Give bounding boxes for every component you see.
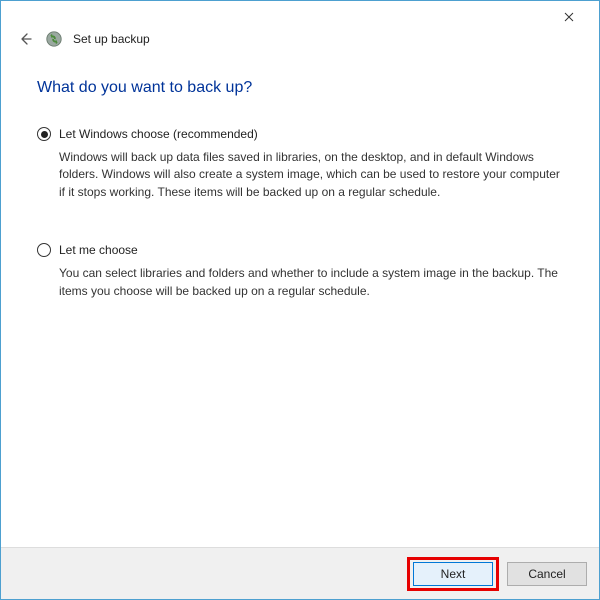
option-let-windows-choose: Let Windows choose (recommended) Windows…	[37, 127, 563, 201]
cancel-button[interactable]: Cancel	[507, 562, 587, 586]
footer-bar: Next Cancel	[1, 547, 599, 599]
back-arrow-icon	[17, 31, 33, 47]
wizard-header: Set up backup	[1, 1, 599, 55]
highlight-next: Next	[407, 557, 499, 591]
close-icon	[564, 9, 574, 25]
back-button[interactable]	[15, 29, 35, 49]
option-label: Let me choose	[59, 243, 138, 257]
option-let-me-choose: Let me choose You can select libraries a…	[37, 243, 563, 300]
option-description: Windows will back up data files saved in…	[59, 149, 563, 201]
content-area: What do you want to back up? Let Windows…	[1, 55, 599, 547]
backup-icon	[45, 30, 63, 48]
option-label: Let Windows choose (recommended)	[59, 127, 258, 141]
close-button[interactable]	[549, 5, 589, 29]
next-button[interactable]: Next	[413, 562, 493, 586]
radio-let-me-choose[interactable]: Let me choose	[37, 243, 563, 257]
option-description: You can select libraries and folders and…	[59, 265, 563, 300]
radio-let-windows-choose[interactable]: Let Windows choose (recommended)	[37, 127, 563, 141]
radio-icon	[37, 243, 51, 257]
page-heading: What do you want to back up?	[37, 79, 563, 97]
radio-icon	[37, 127, 51, 141]
wizard-title: Set up backup	[73, 32, 150, 46]
wizard-window: Set up backup What do you want to back u…	[0, 0, 600, 600]
